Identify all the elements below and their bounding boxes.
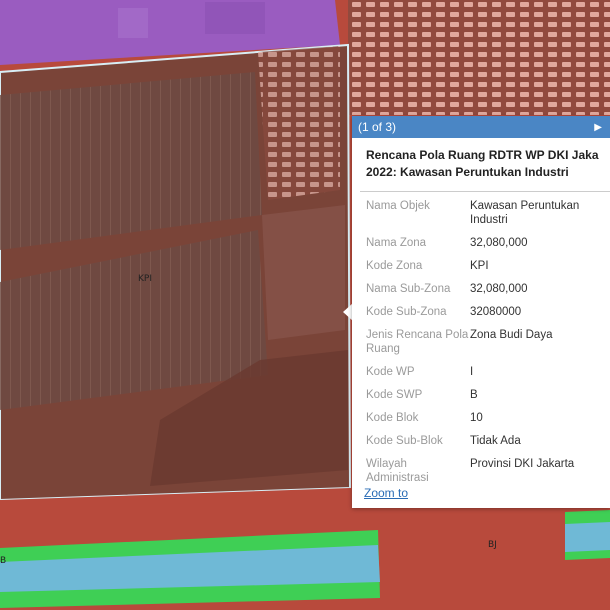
zone-label-bj: BJ bbox=[488, 540, 497, 550]
attribute-row: Nama Sub-Zona 32,080,000 bbox=[366, 282, 610, 296]
attribute-value: 32080000 bbox=[470, 306, 522, 318]
attribute-table: Nama Objek Kawasan Peruntukan Industri Nam… bbox=[366, 199, 610, 486]
attribute-key: Wilayah Administrasi bbox=[366, 458, 429, 484]
zone-label-left: B bbox=[0, 556, 7, 566]
attribute-key: Kode SWP bbox=[366, 389, 423, 401]
attribute-row: Kode Sub-Blok Tidak Ada bbox=[366, 434, 610, 448]
attribute-key: Kode Zona bbox=[366, 260, 423, 272]
blue-strip-right[interactable] bbox=[565, 522, 610, 552]
attribute-row: Kode Blok 10 bbox=[366, 411, 610, 425]
attribute-key: Kode Sub-Blok bbox=[366, 435, 443, 447]
parking-strip bbox=[258, 46, 340, 200]
attribute-key: Kode Blok bbox=[366, 412, 419, 424]
attribute-row: Kode WP I bbox=[366, 365, 610, 379]
attribute-value: Tidak Ada bbox=[470, 435, 521, 447]
attribute-row: Wilayah Administrasi Provinsi DKI Jakarta bbox=[366, 457, 610, 485]
popup-title-line-1: Rencana Pola Ruang RDTR WP DKI Jaka bbox=[366, 148, 599, 162]
play-triangle-icon[interactable]: ▶ bbox=[594, 122, 602, 133]
parking-area-top bbox=[348, 0, 610, 115]
attribute-key: Jenis Rencana Pola Ruang bbox=[366, 329, 469, 355]
popup-title-line-2: 2022: Kawasan Peruntukan Industri bbox=[366, 165, 569, 179]
popup-divider bbox=[360, 191, 610, 192]
attribute-value: 32,080,000 bbox=[470, 237, 528, 249]
attribute-key: Nama Zona bbox=[366, 237, 427, 249]
popup-pager: (1 of 3) bbox=[358, 120, 397, 134]
attribute-row: Nama Objek Kawasan Peruntukan Industri bbox=[366, 199, 610, 227]
attribute-key: Kode Sub-Zona bbox=[366, 306, 447, 318]
attribute-value: Zona Budi Daya bbox=[470, 329, 553, 341]
popup-title: Rencana Pola Ruang RDTR WP DKI Jaka 2022… bbox=[352, 138, 610, 181]
attribute-value: Kawasan Peruntukan Industri bbox=[470, 200, 580, 226]
attribute-key: Kode WP bbox=[366, 366, 415, 378]
purple-roof-1 bbox=[118, 8, 148, 38]
yard-east bbox=[262, 205, 345, 340]
attribute-row: Kode Zona KPI bbox=[366, 259, 610, 273]
attribute-value: I bbox=[470, 366, 474, 378]
attribute-row: Jenis Rencana Pola Ruang Zona Budi Daya bbox=[366, 328, 610, 356]
attribute-key: Nama Sub-Zona bbox=[366, 283, 451, 295]
attribute-value: 10 bbox=[470, 412, 483, 424]
attribute-value: B bbox=[470, 389, 478, 401]
zoom-to-link[interactable]: Zoom to bbox=[364, 486, 413, 500]
attribute-value: Provinsi DKI Jakarta bbox=[470, 458, 575, 470]
zone-label-kpi: KPI bbox=[138, 274, 152, 284]
attribute-value: KPI bbox=[470, 260, 489, 272]
attribute-row: Kode SWP B bbox=[366, 388, 610, 402]
attribute-row: Kode Sub-Zona 32080000 bbox=[366, 305, 610, 319]
popup-header: (1 of 3) ▶ bbox=[352, 116, 610, 138]
attribute-row: Nama Zona 32,080,000 bbox=[366, 236, 610, 250]
purple-roof-2 bbox=[205, 2, 265, 34]
attribute-value: 32,080,000 bbox=[470, 283, 528, 295]
feature-popup[interactable]: (1 of 3) ▶ Rencana Pola Ruang RDTR WP DK… bbox=[352, 116, 610, 508]
attribute-key: Nama Objek bbox=[366, 200, 430, 212]
